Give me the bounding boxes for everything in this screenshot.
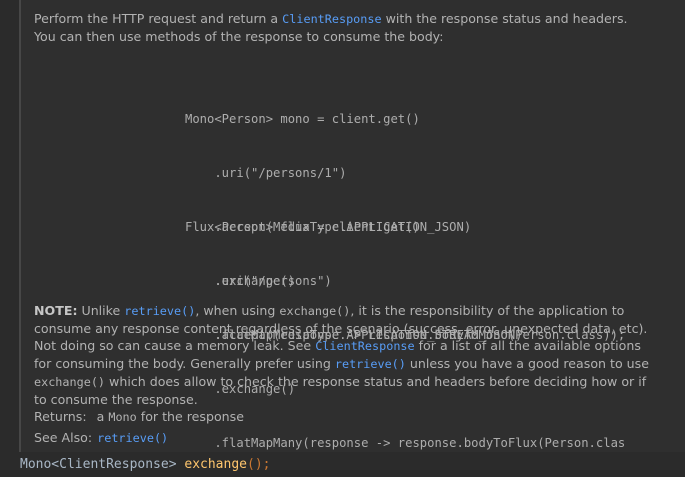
returns-section: Returns: a Mono for the response	[34, 408, 244, 426]
note-text: unless you have a good reason to use	[405, 356, 649, 371]
note-label: NOTE:	[34, 303, 78, 318]
see-also-label: See Also:	[34, 430, 93, 445]
client-response-link[interactable]: ClientResponse	[315, 339, 414, 353]
returns-text: for the response	[136, 409, 244, 424]
exchange-code: exchange()	[34, 375, 106, 389]
code-line: .uri("/persons/1")	[185, 166, 347, 180]
signature-return-type: Mono<ClientResponse>	[20, 457, 177, 472]
retrieve-link[interactable]: retrieve()	[124, 304, 195, 318]
note-text: Unlike	[77, 303, 125, 318]
signature-method-name: exchange	[184, 457, 247, 472]
code-line: .flatMapMany(response -> response.bodyTo…	[185, 436, 626, 450]
code-line: Flux<Person> flux = client.get()	[185, 220, 420, 234]
returns-label: Returns:	[34, 409, 87, 424]
intro-text: Perform the HTTP request and return a	[34, 11, 283, 26]
client-response-link[interactable]: ClientResponse	[282, 12, 381, 26]
note-text: which does allow to check the response s…	[34, 374, 647, 407]
doc-note: NOTE: Unlike retrieve(), when using exch…	[34, 302, 651, 408]
mono-code: Mono	[108, 410, 137, 424]
method-signature: Mono<ClientResponse> exchange();	[20, 456, 270, 474]
exchange-code: exchange()	[279, 304, 351, 318]
signature-punctuation: ();	[247, 457, 271, 472]
intro-text-cont: with the response status and headers.	[381, 11, 628, 26]
code-line: Mono<Person> mono = client.get()	[185, 112, 420, 126]
see-also-retrieve-link[interactable]: retrieve()	[97, 431, 168, 445]
see-also-section: See Also: retrieve()	[34, 429, 168, 447]
code-line: .uri("/persons")	[185, 274, 332, 288]
intro-text-second-line: You can then use methods of the response…	[34, 29, 444, 44]
note-text: , when using	[195, 303, 280, 318]
retrieve-link[interactable]: retrieve()	[335, 357, 406, 371]
returns-text: a	[96, 409, 109, 424]
doc-intro: Perform the HTTP request and return a Cl…	[34, 10, 651, 45]
